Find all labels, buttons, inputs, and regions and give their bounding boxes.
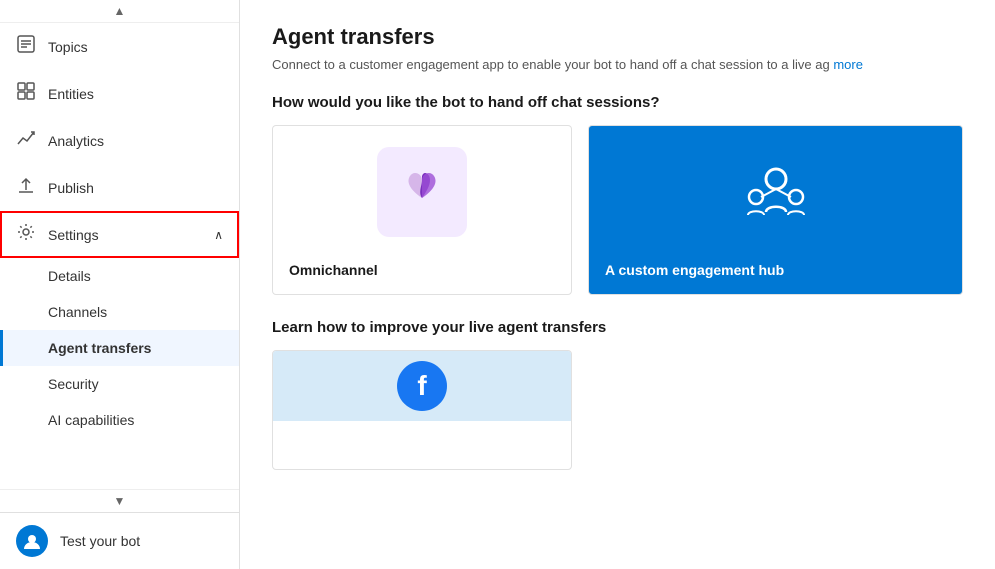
omnichannel-logo [377,147,467,237]
section1-title: How would you like the bot to hand off c… [272,94,963,111]
sidebar-item-publish[interactable]: Publish [0,164,239,211]
settings-label: Settings [48,227,99,243]
sidebar-sub-details[interactable]: Details [0,258,239,294]
test-your-bot-button[interactable]: Test your bot [0,512,239,569]
entities-label: Entities [48,86,94,102]
channels-label: Channels [48,304,107,320]
topics-icon [16,35,36,58]
learn-card-header: f [273,351,571,421]
sidebar-nav: Topics Entities Analytics [0,23,239,489]
security-label: Security [48,376,99,392]
page-subtitle: Connect to a customer engagement app to … [272,56,963,74]
sidebar-sub-security[interactable]: Security [0,366,239,402]
subtitle-text: Connect to a customer engagement app to … [272,57,830,72]
ai-capabilities-label: AI capabilities [48,412,134,428]
sidebar-item-settings[interactable]: Settings ∧ [0,211,239,258]
analytics-icon [16,129,36,152]
custom-hub-icon-area [605,142,946,242]
sidebar-item-topics[interactable]: Topics [0,23,239,70]
topics-label: Topics [48,39,88,55]
omnichannel-label: Omnichannel [289,262,378,278]
custom-hub-label: A custom engagement hub [605,262,784,278]
page-title: Agent transfers [272,24,963,50]
main-content: Agent transfers Connect to a customer en… [240,0,995,569]
settings-icon [16,223,36,246]
publish-label: Publish [48,180,94,196]
bot-avatar-icon [16,525,48,557]
learn-cards: f [272,350,963,470]
entities-icon [16,82,36,105]
sidebar-sub-ai-capabilities[interactable]: AI capabilities [0,402,239,438]
handoff-cards: Omnichannel [272,125,963,295]
section2-title: Learn how to improve your live agent tra… [272,319,963,336]
settings-chevron: ∧ [214,228,223,242]
omnichannel-icon-area [289,142,555,242]
facebook-icon: f [397,361,447,411]
custom-hub-card[interactable]: A custom engagement hub [588,125,963,295]
sidebar-item-analytics[interactable]: Analytics [0,117,239,164]
scroll-up-arrow[interactable]: ▲ [0,0,239,23]
scroll-down-arrow[interactable]: ▼ [0,489,239,512]
subtitle-link[interactable]: more [833,57,863,72]
sidebar-sub-agent-transfers[interactable]: Agent transfers [0,330,239,366]
learn-card-facebook[interactable]: f [272,350,572,470]
omnichannel-card[interactable]: Omnichannel [272,125,572,295]
analytics-label: Analytics [48,133,104,149]
sidebar-sub-channels[interactable]: Channels [0,294,239,330]
publish-icon [16,176,36,199]
test-bot-label: Test your bot [60,533,140,549]
details-label: Details [48,268,91,284]
custom-hub-logo [731,147,821,237]
sidebar: ▲ Topics Ent [0,0,240,569]
sidebar-item-entities[interactable]: Entities [0,70,239,117]
agent-transfers-label: Agent transfers [48,340,151,356]
